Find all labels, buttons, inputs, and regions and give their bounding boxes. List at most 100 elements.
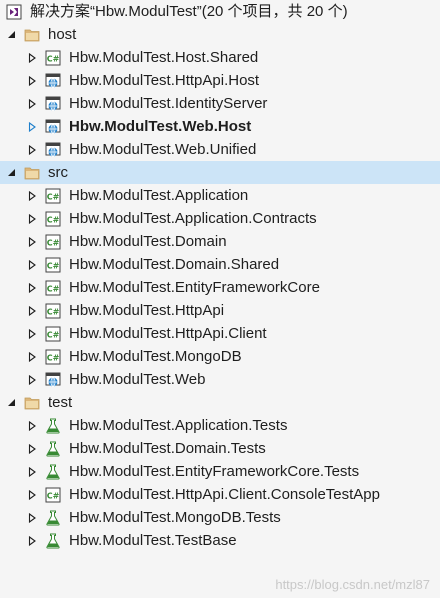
folder-icon [24,395,40,411]
collapsed-arrow-icon[interactable] [27,374,37,385]
collapsed-arrow-icon[interactable] [27,466,37,477]
tree-item-label: Hbw.ModulTest.Web.Unified [69,141,257,158]
collapsed-arrow-icon[interactable] [27,213,37,224]
project-item[interactable]: C# Hbw.ModulTest.Application.Contracts [0,207,440,230]
tree-item-label: Hbw.ModulTest.EntityFrameworkCore [69,279,320,296]
tree-item-label: Hbw.ModulTest.HttpApi.Host [69,72,260,89]
solution-label: 解决方案“Hbw.ModulTest”(20 个项目，共 20 个) [30,3,348,20]
project-item[interactable]: C# Hbw.ModulTest.Domain.Shared [0,253,440,276]
collapsed-arrow-icon[interactable] [27,52,37,63]
collapsed-arrow-icon[interactable] [27,305,37,316]
web-project-icon [45,142,61,158]
tree-item-label: Hbw.ModulTest.Web.Host [69,118,252,135]
collapsed-arrow-icon[interactable] [27,351,37,362]
project-item[interactable]: Hbw.ModulTest.Web.Host [0,115,440,138]
project-item[interactable]: C# Hbw.ModulTest.HttpApi.Client [0,322,440,345]
csharp-project-icon: C# [45,326,61,342]
tree-item-label: Hbw.ModulTest.Domain.Shared [69,256,280,273]
folder-src[interactable]: src [0,161,440,184]
solution-icon [6,4,22,20]
svg-text:C#: C# [47,353,60,362]
svg-text:C#: C# [47,192,60,201]
collapsed-arrow-icon[interactable] [27,236,37,247]
tree-item-label: test [48,394,73,411]
csharp-project-icon: C# [45,234,61,250]
svg-text:C#: C# [47,330,60,339]
project-item[interactable]: C# Hbw.ModulTest.Host.Shared [0,46,440,69]
collapsed-arrow-icon[interactable] [27,443,37,454]
project-item[interactable]: Hbw.ModulTest.Web.Unified [0,138,440,161]
tree-item-label: Hbw.ModulTest.IdentityServer [69,95,268,112]
svg-text:C#: C# [47,238,60,247]
project-item[interactable]: C# Hbw.ModulTest.HttpApi [0,299,440,322]
folder-host[interactable]: host [0,23,440,46]
tree-item-label: Hbw.ModulTest.Application [69,187,249,204]
tree-item-label: Hbw.ModulTest.HttpApi.Client.ConsoleTest… [69,486,380,503]
watermark: https://blog.csdn.net/mzl87 [275,577,430,592]
csharp-project-icon: C# [45,303,61,319]
collapsed-arrow-icon[interactable] [27,328,37,339]
csharp-project-icon: C# [45,280,61,296]
svg-text:C#: C# [47,261,60,270]
test-project-icon [45,441,61,457]
folder-test[interactable]: test [0,391,440,414]
svg-text:C#: C# [47,215,60,224]
tree-item-label: Hbw.ModulTest.Application.Tests [69,417,288,434]
collapsed-arrow-icon[interactable] [27,98,37,109]
collapsed-arrow-icon[interactable] [27,420,37,431]
tree-item-label: Hbw.ModulTest.HttpApi.Client [69,325,267,342]
tree-item-label: Hbw.ModulTest.Domain.Tests [69,440,266,457]
test-project-icon [45,533,61,549]
web-project-icon [45,119,61,135]
project-item[interactable]: C# Hbw.ModulTest.MongoDB [0,345,440,368]
collapsed-arrow-icon[interactable] [27,282,37,293]
csharp-project-icon: C# [45,50,61,66]
test-project-icon [45,418,61,434]
project-item[interactable]: Hbw.ModulTest.IdentityServer [0,92,440,115]
project-item[interactable]: Hbw.ModulTest.EntityFrameworkCore.Tests [0,460,440,483]
expanded-arrow-icon[interactable] [6,30,16,40]
project-item[interactable]: Hbw.ModulTest.Application.Tests [0,414,440,437]
project-item[interactable]: Hbw.ModulTest.TestBase [0,529,440,552]
tree-item-label: src [48,164,68,181]
project-item[interactable]: C# Hbw.ModulTest.Application [0,184,440,207]
project-item[interactable]: Hbw.ModulTest.Web [0,368,440,391]
svg-text:C#: C# [47,307,60,316]
tree-item-label: Hbw.ModulTest.EntityFrameworkCore.Tests [69,463,360,480]
tree-item-label: host [48,26,77,43]
tree-item-label: Hbw.ModulTest.MongoDB [69,348,242,365]
project-item[interactable]: C# Hbw.ModulTest.EntityFrameworkCore [0,276,440,299]
svg-text:C#: C# [47,491,60,500]
web-project-icon [45,73,61,89]
collapsed-arrow-icon[interactable] [27,144,37,155]
solution-explorer-tree: 解决方案“Hbw.ModulTest”(20 个项目，共 20 个) host … [0,0,440,552]
tree-item-label: Hbw.ModulTest.MongoDB.Tests [69,509,281,526]
web-project-icon [45,372,61,388]
collapsed-arrow-icon[interactable] [27,489,37,500]
csharp-project-icon: C# [45,257,61,273]
collapsed-arrow-icon[interactable] [27,75,37,86]
collapsed-arrow-icon[interactable] [27,512,37,523]
expanded-arrow-icon[interactable] [6,398,16,408]
project-item[interactable]: Hbw.ModulTest.HttpApi.Host [0,69,440,92]
collapsed-arrow-icon[interactable] [27,190,37,201]
tree-item-label: Hbw.ModulTest.TestBase [69,532,237,549]
csharp-project-icon: C# [45,211,61,227]
expanded-arrow-icon[interactable] [6,168,16,178]
solution-root[interactable]: 解决方案“Hbw.ModulTest”(20 个项目，共 20 个) [0,0,440,23]
test-project-icon [45,464,61,480]
project-item[interactable]: C# Hbw.ModulTest.HttpApi.Client.ConsoleT… [0,483,440,506]
collapsed-arrow-icon[interactable] [27,121,37,132]
tree-item-label: Hbw.ModulTest.HttpApi [69,302,225,319]
collapsed-arrow-icon[interactable] [27,259,37,270]
project-item[interactable]: Hbw.ModulTest.Domain.Tests [0,437,440,460]
tree-item-label: Hbw.ModulTest.Application.Contracts [69,210,317,227]
collapsed-arrow-icon[interactable] [27,535,37,546]
tree-item-label: Hbw.ModulTest.Host.Shared [69,49,259,66]
csharp-project-icon: C# [45,188,61,204]
tree-item-label: Hbw.ModulTest.Web [69,371,206,388]
web-project-icon [45,96,61,112]
test-project-icon [45,510,61,526]
project-item[interactable]: Hbw.ModulTest.MongoDB.Tests [0,506,440,529]
project-item[interactable]: C# Hbw.ModulTest.Domain [0,230,440,253]
